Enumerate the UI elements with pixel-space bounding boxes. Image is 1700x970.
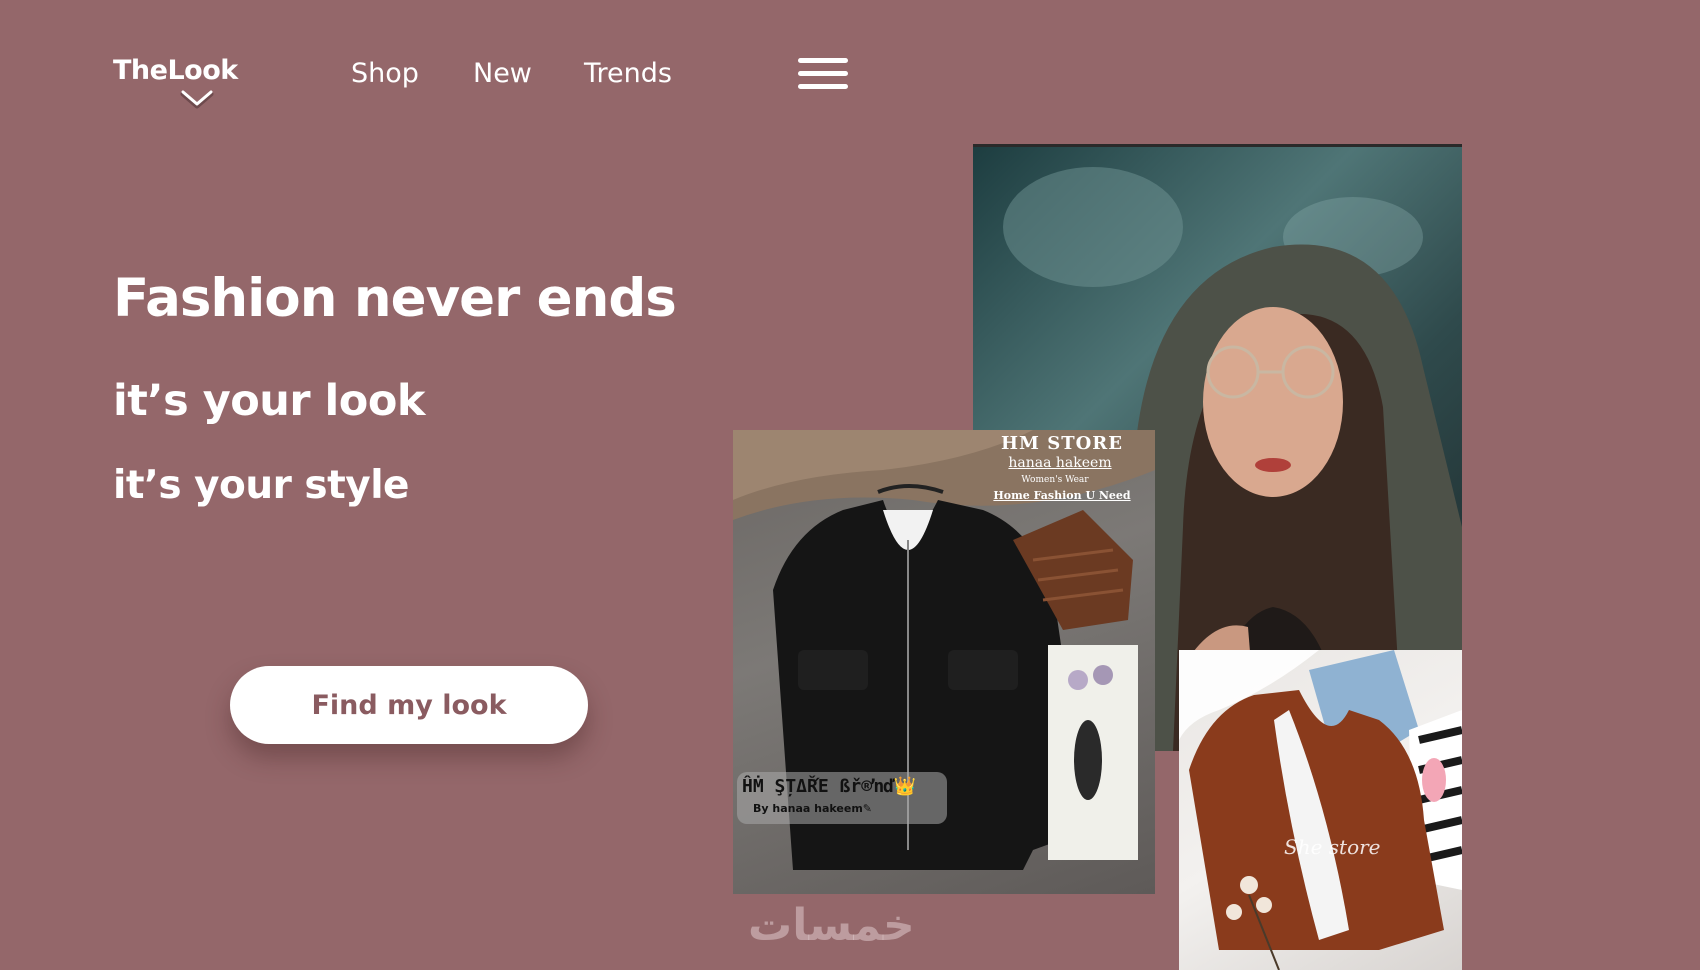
nav-link-new[interactable]: New [473, 58, 532, 89]
hero-subline-look: it’s your look [113, 376, 425, 426]
store-tagline: Home Fashion U Need [993, 489, 1131, 502]
hero-subline-style: it’s your style [113, 463, 410, 508]
site-watermark: خمسات [748, 900, 915, 951]
hamburger-menu-icon[interactable] [798, 58, 850, 94]
brand-badge-name: ĤṀ ŞȚΔŘΈ ßř®ŉď👑 [742, 776, 917, 797]
brand-badge: ĤṀ ŞȚΔŘΈ ßř®ŉď👑 By hanaa hakeem✎ [737, 772, 947, 824]
logo[interactable]: TheLook [113, 55, 238, 86]
store-subtitle: Women's Wear [1021, 475, 1089, 485]
store-title: HM STORE [1001, 433, 1123, 454]
store-name: hanaa hakeem [1008, 455, 1112, 471]
checkmark-icon [180, 90, 214, 109]
brand-badge-by: By hanaa hakeem✎ [753, 802, 873, 815]
outfit-flatlay-photo: She store [1179, 650, 1462, 970]
nav-link-trends[interactable]: Trends [584, 58, 672, 89]
outfit-watermark: She store [1284, 835, 1381, 859]
nav-link-shop[interactable]: Shop [351, 58, 419, 89]
hero-headline: Fashion never ends [113, 268, 677, 329]
leather-jacket-photo: HM STORE hanaa hakeem Women's Wear Home … [733, 430, 1155, 894]
find-my-look-button[interactable]: Find my look [230, 666, 588, 744]
